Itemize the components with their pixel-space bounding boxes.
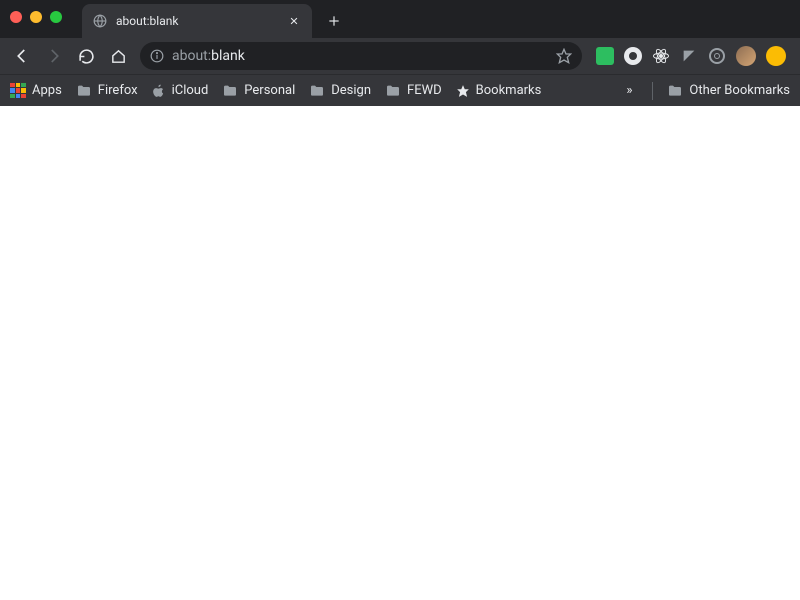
bookmark-label: Bookmarks (476, 83, 542, 98)
divider (652, 82, 653, 100)
bookmarks-overflow-button[interactable]: » (620, 83, 638, 98)
folder-icon (76, 83, 92, 99)
bookmark-folder-fewd[interactable]: FEWD (385, 83, 442, 99)
react-devtools-icon[interactable] (652, 47, 670, 65)
bookmark-label: Personal (244, 83, 295, 98)
toolbar: about:blank (0, 38, 800, 74)
evernote-extension-icon[interactable] (596, 47, 614, 65)
info-icon (150, 49, 164, 63)
bookmark-icloud[interactable]: iCloud (152, 83, 209, 99)
new-tab-button[interactable] (320, 7, 348, 35)
apple-icon (152, 83, 166, 99)
forward-button[interactable] (40, 42, 68, 70)
browser-window: about:blank about:blank (0, 0, 800, 600)
tab-title: about:blank (116, 14, 278, 28)
bookmark-label: iCloud (172, 83, 209, 98)
globe-icon (92, 13, 108, 29)
address-bar[interactable]: about:blank (140, 42, 582, 70)
extension-icons (590, 46, 792, 66)
window-close-button[interactable] (10, 11, 22, 23)
bookmarks-bar: Apps Firefox iCloud Personal Design FEWD… (0, 74, 800, 106)
back-button[interactable] (8, 42, 36, 70)
folder-icon (385, 83, 401, 99)
extension-icon[interactable] (708, 47, 726, 65)
home-button[interactable] (104, 42, 132, 70)
bookmark-label: Design (331, 83, 371, 98)
url-text: about:blank (172, 48, 548, 64)
bookmark-folder-personal[interactable]: Personal (222, 83, 295, 99)
folder-icon (667, 83, 683, 99)
extension-icon[interactable] (680, 47, 698, 65)
page-content (0, 106, 800, 600)
bookmark-folder-design[interactable]: Design (309, 83, 371, 99)
apps-shortcut[interactable]: Apps (10, 83, 62, 99)
tab-close-button[interactable] (286, 13, 302, 29)
bookmark-star-icon[interactable] (556, 48, 572, 64)
window-minimize-button[interactable] (30, 11, 42, 23)
reload-button[interactable] (72, 42, 100, 70)
other-bookmarks-folder[interactable]: Other Bookmarks (667, 83, 790, 99)
apps-grid-icon (10, 83, 26, 99)
bookmark-label: Apps (32, 83, 62, 98)
account-avatar-icon[interactable] (736, 46, 756, 66)
titlebar: about:blank (0, 0, 800, 38)
traffic-lights (10, 11, 62, 23)
bookmark-label: Other Bookmarks (689, 83, 790, 98)
bookmark-folder-firefox[interactable]: Firefox (76, 83, 138, 99)
folder-icon (222, 83, 238, 99)
star-icon (456, 84, 470, 98)
window-maximize-button[interactable] (50, 11, 62, 23)
bookmark-label: Firefox (98, 83, 138, 98)
tab-strip: about:blank (82, 0, 348, 38)
browser-tab[interactable]: about:blank (82, 4, 312, 38)
extension-icon[interactable] (624, 47, 642, 65)
profile-icon[interactable] (766, 46, 786, 66)
bookmark-bookmarks[interactable]: Bookmarks (456, 83, 542, 98)
folder-icon (309, 83, 325, 99)
bookmark-label: FEWD (407, 83, 442, 98)
